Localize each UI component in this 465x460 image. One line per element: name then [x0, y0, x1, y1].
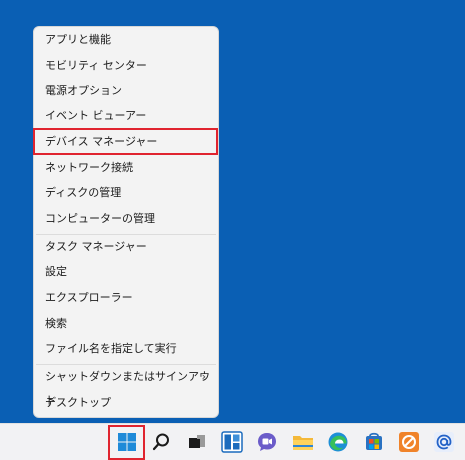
- menu-item-label: モビリティ センター: [45, 59, 147, 72]
- search-icon[interactable]: [148, 429, 174, 455]
- menu-item-label: エクスプローラー: [45, 291, 133, 304]
- menu-item-run[interactable]: ファイル名を指定して実行: [34, 337, 218, 361]
- menu-item-label: ファイル名を指定して実行: [45, 342, 177, 355]
- menu-item-computer-management[interactable]: コンピューターの管理: [34, 207, 218, 231]
- menu-item-label: タスク マネージャー: [45, 240, 147, 253]
- task-view-icon[interactable]: [184, 429, 210, 455]
- menu-item-network-connections[interactable]: ネットワーク接続: [34, 156, 218, 180]
- menu-item-power-options[interactable]: 電源オプション: [34, 79, 218, 103]
- menu-item-event-viewer[interactable]: イベント ビューアー: [34, 104, 218, 128]
- menu-item-task-manager[interactable]: タスク マネージャー: [34, 235, 218, 259]
- menu-item-label: コンピューターの管理: [45, 212, 155, 225]
- mail-icon[interactable]: [431, 429, 457, 455]
- store-icon[interactable]: [361, 429, 387, 455]
- teams-chat-icon[interactable]: [254, 429, 280, 455]
- menu-item-label: 設定: [45, 265, 67, 278]
- quick-link-menu: アプリと機能 モビリティ センター 電源オプション イベント ビューアー デバイ…: [33, 26, 219, 418]
- menu-item-apps-and-features[interactable]: アプリと機能: [34, 28, 218, 52]
- taskbar: [0, 423, 465, 460]
- menu-item-label: イベント ビューアー: [45, 109, 147, 122]
- file-explorer-icon[interactable]: [290, 429, 316, 455]
- app-icon[interactable]: [396, 429, 422, 455]
- menu-item-disk-management[interactable]: ディスクの管理: [34, 181, 218, 205]
- menu-item-label: アプリと機能: [45, 33, 111, 46]
- menu-item-label: ディスクの管理: [45, 186, 122, 199]
- chevron-right-icon: ›: [201, 370, 206, 383]
- menu-item-settings[interactable]: 設定: [34, 260, 218, 284]
- menu-item-shutdown-signout[interactable]: シャットダウンまたはサインアウト ›: [34, 365, 218, 407]
- widgets-icon[interactable]: [219, 429, 245, 455]
- menu-item-desktop[interactable]: デスクトップ: [34, 391, 218, 415]
- device-manager-highlight-box: [33, 128, 218, 155]
- menu-item-label: 電源オプション: [45, 84, 122, 97]
- edge-icon[interactable]: [325, 429, 351, 455]
- menu-item-label: デスクトップ: [45, 396, 111, 409]
- menu-item-search[interactable]: 検索: [34, 312, 218, 336]
- menu-item-mobility-center[interactable]: モビリティ センター: [34, 54, 218, 78]
- start-highlight-box: [108, 425, 145, 460]
- menu-item-label: 検索: [45, 317, 67, 330]
- menu-item-explorer[interactable]: エクスプローラー: [34, 286, 218, 310]
- menu-item-label: ネットワーク接続: [45, 161, 133, 174]
